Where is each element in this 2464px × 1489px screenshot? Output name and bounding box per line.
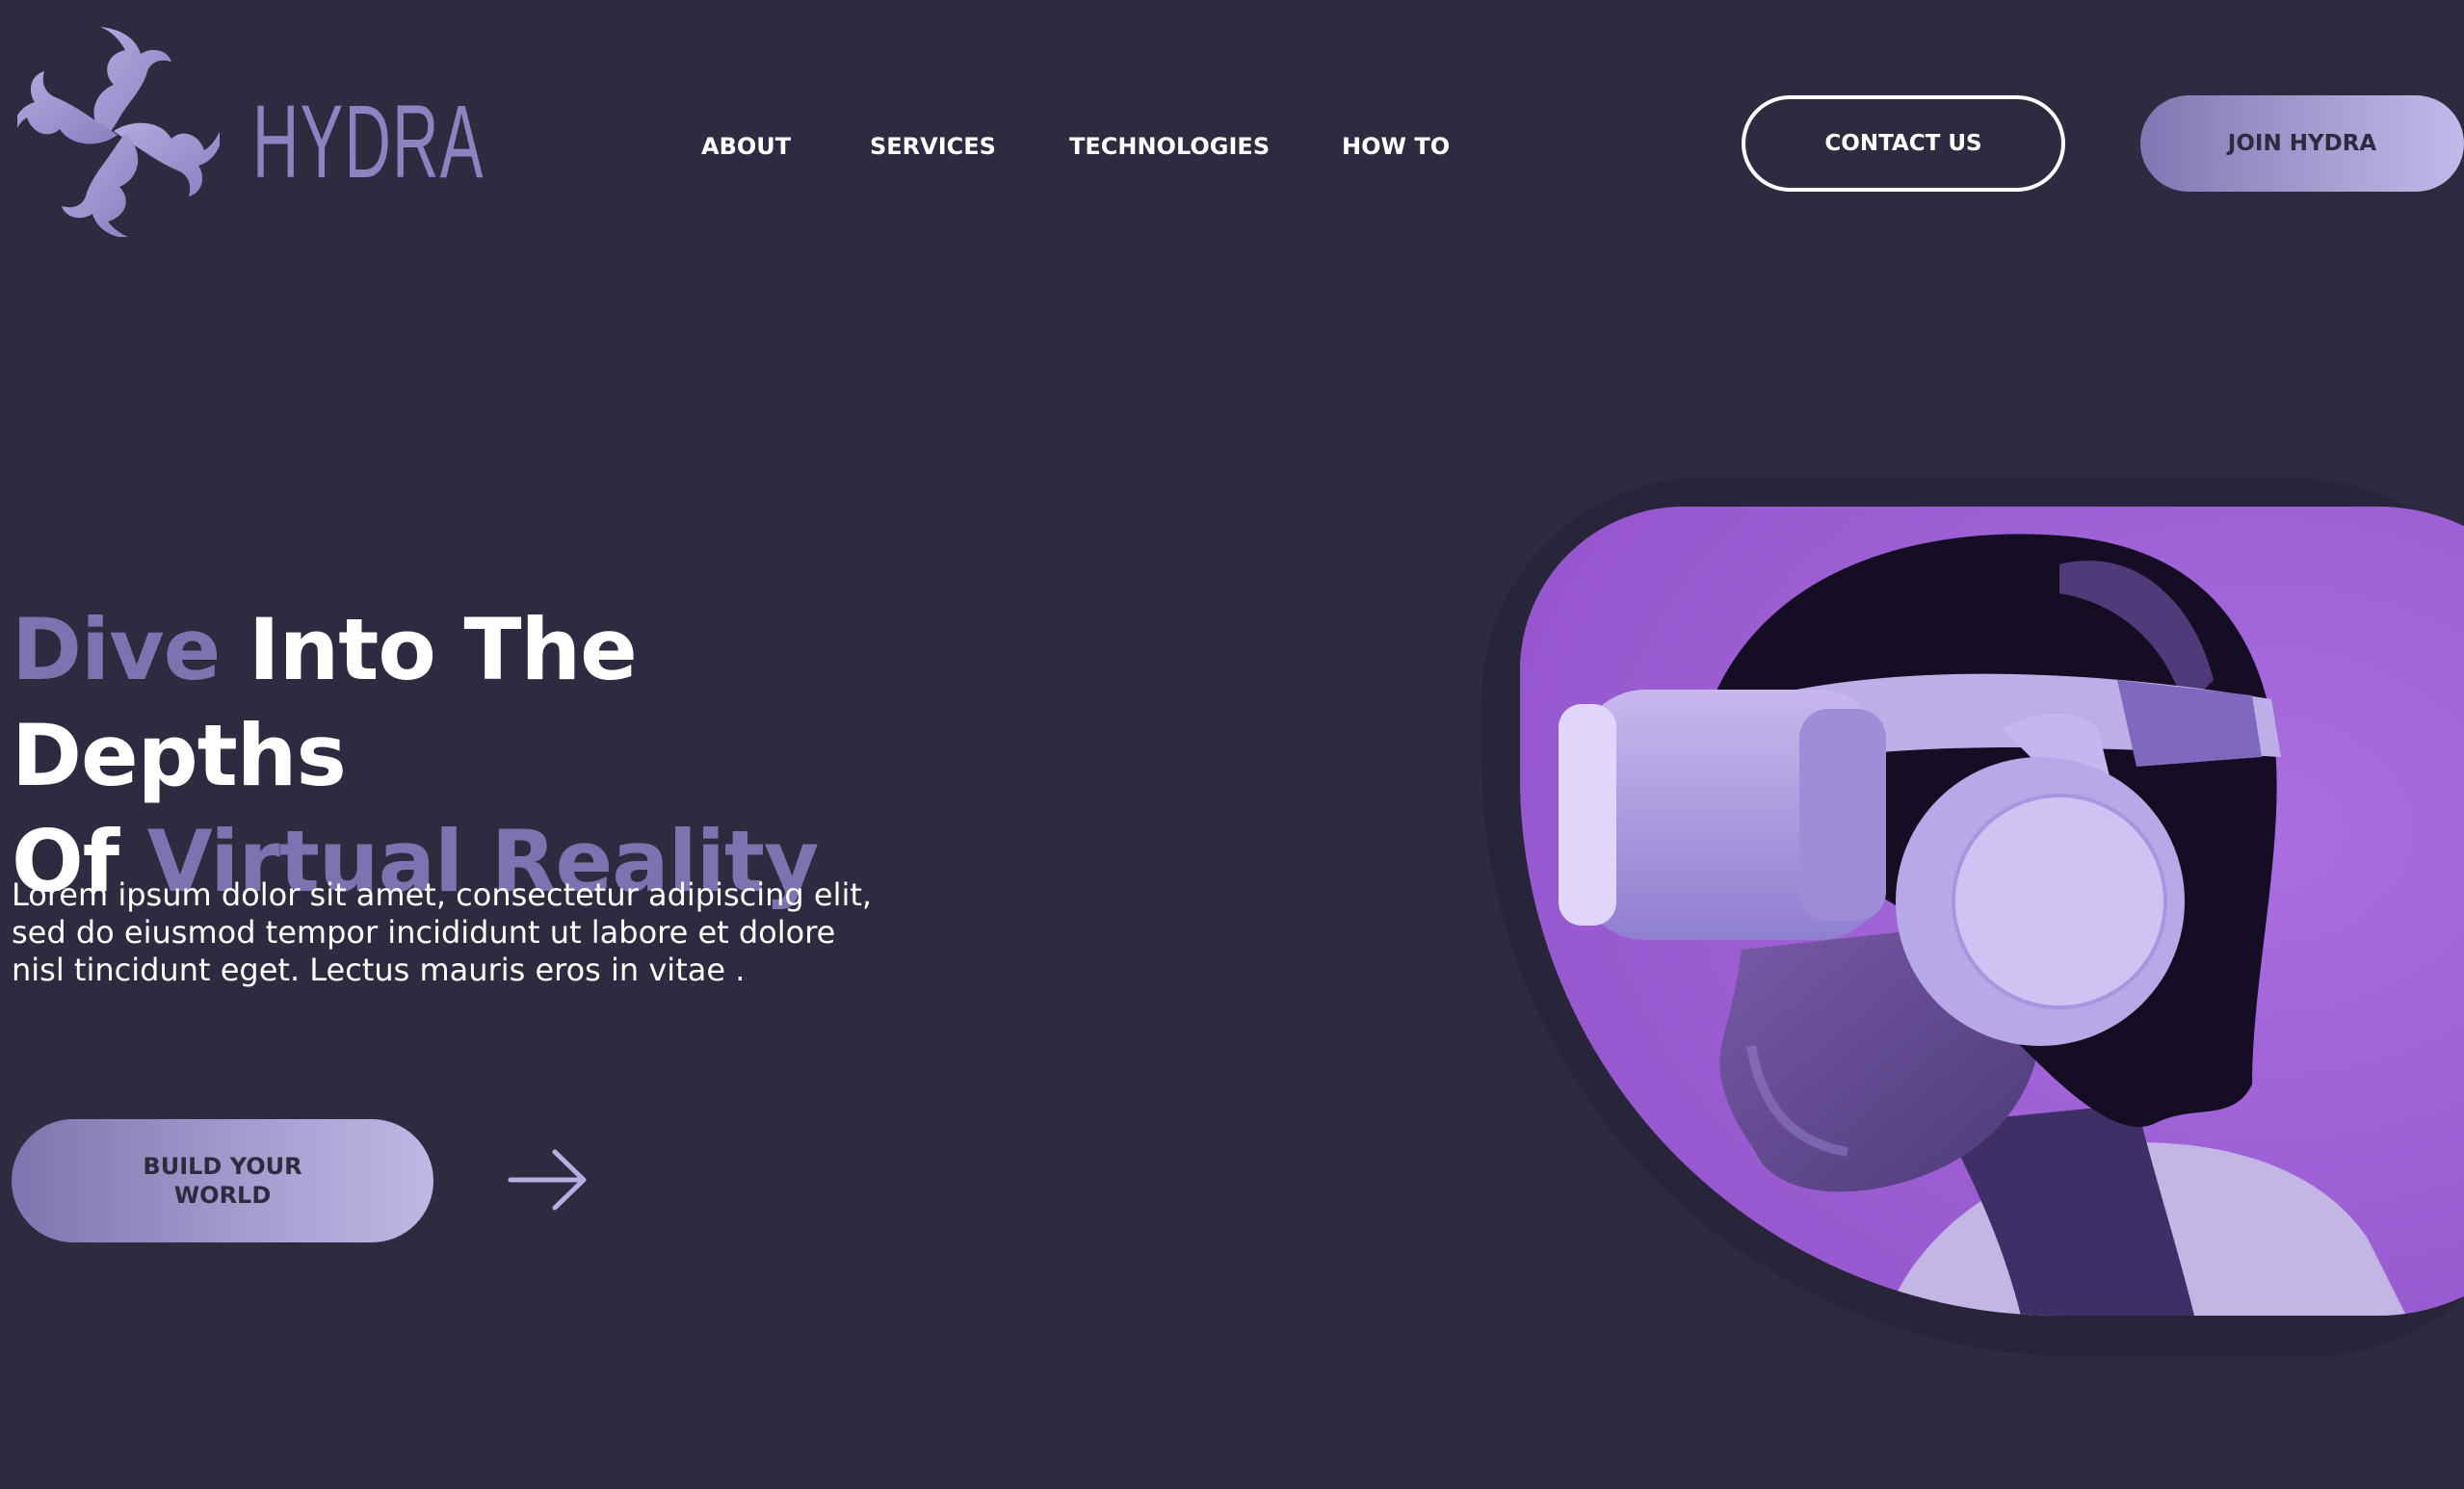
brand-name: HYDRA [252,83,485,199]
join-hydra-button[interactable]: JOIN HYDRA [2140,95,2464,192]
nav-about[interactable]: ABOUT [701,127,791,166]
logo-icon[interactable] [17,25,220,237]
contact-us-button[interactable]: CONTACT US [1742,95,2065,192]
hero-headline: Dive Into The Depths Of Virtual Reality [12,597,956,915]
nav-technologies[interactable]: TECHNOLOGIES [1069,127,1270,166]
vr-headset-photo [1520,507,2464,1316]
arrow-right-icon[interactable] [507,1146,590,1214]
build-your-world-button[interactable]: BUILD YOUR WORLD [12,1119,433,1242]
headline-word-dive: Dive [12,600,221,699]
hero-description: Lorem ipsum dolor sit amet, consectetur … [12,876,873,988]
build-your-world-label: BUILD YOUR WORLD [143,1153,302,1209]
nav-how-to[interactable]: HOW TO [1342,127,1450,166]
nav-services[interactable]: SERVICES [870,127,996,166]
